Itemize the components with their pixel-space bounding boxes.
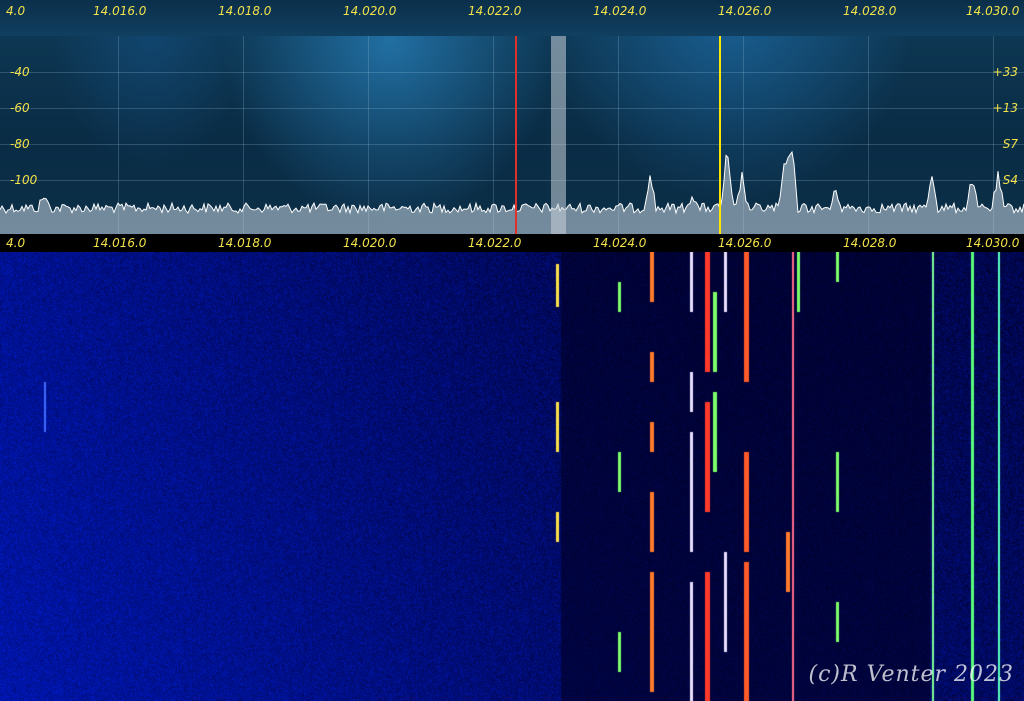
freq-label: 14.028.0 [843, 4, 897, 18]
spectrum-fill [0, 152, 1024, 234]
freq-label: 14.016.0 [93, 4, 147, 18]
freq-label: 14.016.0 [93, 236, 147, 250]
freq-label: 14.024.0 [593, 4, 647, 18]
freq-label: 14.018.0 [218, 4, 272, 18]
freq-label: 14.018.0 [218, 236, 272, 250]
freq-label: 14.022.0 [468, 236, 522, 250]
spectrum-line [0, 150, 1024, 215]
freq-label: 14.026.0 [718, 4, 772, 18]
freq-label: 14.020.0 [343, 236, 397, 250]
red-tuning-marker[interactable] [515, 36, 517, 236]
frequency-scale-top: 4.0 14.016.0 14.018.0 14.020.0 14.022.0 … [0, 0, 1024, 36]
spectrum-panel[interactable]: 4.0 14.016.0 14.018.0 14.020.0 14.022.0 … [0, 0, 1024, 236]
freq-label: 4.0 [6, 236, 26, 250]
freq-label: 4.0 [6, 4, 26, 18]
passband-marker[interactable] [551, 36, 566, 234]
freq-label: 14.024.0 [593, 236, 647, 250]
frequency-scale-bottom: 4.0 14.016.0 14.018.0 14.020.0 14.022.0 … [0, 234, 1024, 252]
spectrum-trace [0, 150, 1024, 234]
freq-label: 14.026.0 [718, 236, 772, 250]
copyright-watermark: (c)R Venter 2023 [808, 662, 1014, 687]
freq-label: 14.030.0 [966, 4, 1020, 18]
waterfall-display[interactable] [0, 252, 1024, 701]
freq-label: 14.028.0 [843, 236, 897, 250]
freq-label: 14.022.0 [468, 4, 522, 18]
freq-label: 14.030.0 [966, 236, 1020, 250]
freq-label: 14.020.0 [343, 4, 397, 18]
yellow-tuning-marker[interactable] [719, 36, 721, 236]
